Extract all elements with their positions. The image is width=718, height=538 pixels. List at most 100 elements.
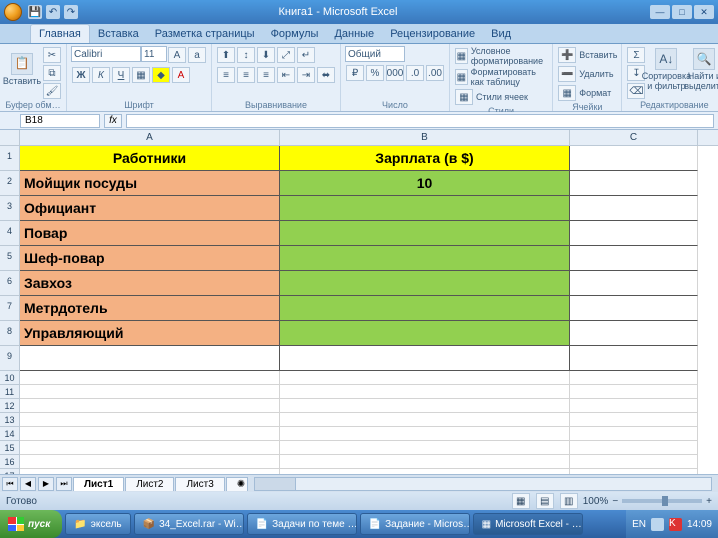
increase-decimal-icon[interactable]: .0 xyxy=(406,65,424,81)
cell[interactable] xyxy=(570,371,698,385)
cell[interactable] xyxy=(280,221,570,246)
cell[interactable] xyxy=(570,469,698,474)
currency-icon[interactable]: ₽ xyxy=(346,65,364,81)
align-right-icon[interactable]: ≡ xyxy=(257,67,275,83)
save-icon[interactable]: 💾 xyxy=(28,5,42,19)
maximize-button[interactable]: □ xyxy=(672,5,692,19)
cell[interactable] xyxy=(280,413,570,427)
cell[interactable] xyxy=(280,296,570,321)
cell[interactable] xyxy=(20,427,280,441)
undo-icon[interactable]: ↶ xyxy=(46,5,60,19)
zoom-in-button[interactable]: + xyxy=(706,496,712,507)
zoom-slider[interactable] xyxy=(622,499,702,503)
row-header[interactable]: 15 xyxy=(0,441,20,455)
cell[interactable] xyxy=(280,399,570,413)
office-button[interactable] xyxy=(4,3,22,21)
fill-color-button[interactable]: ◆ xyxy=(152,67,170,83)
cell[interactable] xyxy=(570,171,698,196)
cell[interactable]: 10 xyxy=(280,171,570,196)
select-all-corner[interactable] xyxy=(0,130,20,145)
merge-icon[interactable]: ⬌ xyxy=(317,67,335,83)
format-as-table-button[interactable]: ▦Форматировать как таблицу xyxy=(454,67,548,87)
redo-icon[interactable]: ↷ xyxy=(64,5,78,19)
cell[interactable] xyxy=(280,469,570,474)
border-button[interactable]: ▦ xyxy=(132,67,150,83)
taskbar-item-2[interactable]: 📄Задачи по теме … xyxy=(247,513,357,535)
cell[interactable] xyxy=(280,441,570,455)
insert-cells-button[interactable]: ➕Вставить xyxy=(557,46,617,64)
cell[interactable] xyxy=(570,413,698,427)
comma-icon[interactable]: 000 xyxy=(386,65,404,81)
sheet-nav-next[interactable]: ▶ xyxy=(38,477,54,491)
cell[interactable]: Мойщик посуды xyxy=(20,171,280,196)
cell-styles-button[interactable]: ▦Стили ячеек xyxy=(454,88,528,106)
decrease-font-icon[interactable]: a xyxy=(188,47,206,63)
tray-icon-1[interactable] xyxy=(651,518,664,531)
tab-review[interactable]: Рецензирование xyxy=(382,25,483,43)
decrease-decimal-icon[interactable]: .00 xyxy=(426,65,444,81)
name-box[interactable]: B18 xyxy=(20,114,100,128)
row-header[interactable]: 1 xyxy=(0,146,20,171)
row-header[interactable]: 12 xyxy=(0,399,20,413)
row-header[interactable]: 4 xyxy=(0,221,20,246)
start-button[interactable]: пуск xyxy=(0,510,62,538)
worksheet-grid[interactable]: A B C 1 Работники Зарплата (в $) 2 Мойщи… xyxy=(0,130,718,474)
tray-icon-2[interactable]: K xyxy=(669,518,682,531)
cell[interactable]: Повар xyxy=(20,221,280,246)
cell[interactable] xyxy=(570,399,698,413)
cell[interactable] xyxy=(280,371,570,385)
cell[interactable]: Официант xyxy=(20,196,280,221)
bold-button[interactable]: Ж xyxy=(72,67,90,83)
row-header[interactable]: 5 xyxy=(0,246,20,271)
cell[interactable]: Управляющий xyxy=(20,321,280,346)
align-top-icon[interactable]: ⬆ xyxy=(217,47,235,63)
cell[interactable] xyxy=(570,246,698,271)
tab-formulas[interactable]: Формулы xyxy=(263,25,327,43)
cell[interactable] xyxy=(570,346,698,371)
sheet-tab-new[interactable]: ✺ xyxy=(226,477,248,491)
tab-page-layout[interactable]: Разметка страницы xyxy=(147,25,263,43)
sheet-nav-prev[interactable]: ◀ xyxy=(20,477,36,491)
sheet-tab-3[interactable]: Лист3 xyxy=(175,477,224,491)
cell[interactable] xyxy=(20,469,280,474)
taskbar-item-1[interactable]: 📦34_Excel.rar - Wi… xyxy=(134,513,244,535)
find-select-button[interactable]: 🔍 Найти и выделить xyxy=(686,46,718,94)
cell[interactable] xyxy=(280,427,570,441)
cell[interactable]: Шеф-повар xyxy=(20,246,280,271)
row-header[interactable]: 13 xyxy=(0,413,20,427)
cell[interactable] xyxy=(570,146,698,171)
cell[interactable] xyxy=(280,321,570,346)
align-left-icon[interactable]: ≡ xyxy=(217,67,235,83)
col-header-c[interactable]: C xyxy=(570,130,698,145)
align-middle-icon[interactable]: ↕ xyxy=(237,47,255,63)
decrease-indent-icon[interactable]: ⇤ xyxy=(277,67,295,83)
cell[interactable]: Метрдотель xyxy=(20,296,280,321)
col-header-a[interactable]: A xyxy=(20,130,280,145)
col-header-b[interactable]: B xyxy=(280,130,570,145)
cell[interactable] xyxy=(20,346,280,371)
autosum-icon[interactable]: Σ xyxy=(627,47,645,63)
cell[interactable] xyxy=(280,346,570,371)
underline-button[interactable]: Ч xyxy=(112,67,130,83)
tab-home[interactable]: Главная xyxy=(30,24,90,43)
row-header[interactable]: 2 xyxy=(0,171,20,196)
cell[interactable] xyxy=(570,221,698,246)
clock[interactable]: 14:09 xyxy=(687,519,712,530)
increase-indent-icon[interactable]: ⇥ xyxy=(297,67,315,83)
cell[interactable] xyxy=(280,196,570,221)
zoom-out-button[interactable]: − xyxy=(612,496,618,507)
cell[interactable] xyxy=(20,441,280,455)
font-name-combo[interactable]: Calibri xyxy=(71,46,141,62)
cut-icon[interactable]: ✂ xyxy=(43,47,61,63)
tab-insert[interactable]: Вставка xyxy=(90,25,147,43)
font-size-combo[interactable]: 11 xyxy=(141,46,167,62)
sheet-nav-last[interactable]: ⏭ xyxy=(56,477,72,491)
tab-data[interactable]: Данные xyxy=(326,25,382,43)
cell[interactable] xyxy=(280,271,570,296)
tab-view[interactable]: Вид xyxy=(483,25,519,43)
increase-font-icon[interactable]: A xyxy=(168,47,186,63)
taskbar-item-0[interactable]: 📁эксель xyxy=(65,513,130,535)
number-format-combo[interactable]: Общий xyxy=(345,46,405,62)
cell[interactable] xyxy=(570,455,698,469)
row-header[interactable]: 9 xyxy=(0,346,20,371)
